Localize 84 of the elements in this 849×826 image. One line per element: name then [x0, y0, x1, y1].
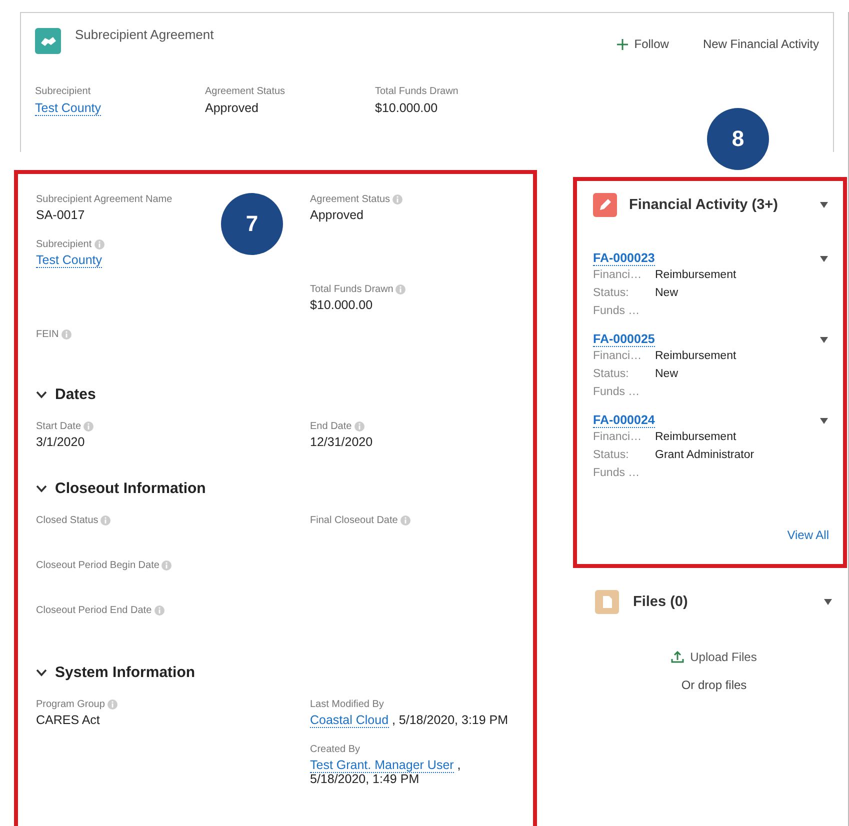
field-label: Created By: [310, 744, 360, 755]
info-icon[interactable]: [83, 421, 94, 432]
record-link[interactable]: FA-000025: [593, 332, 655, 347]
section-header[interactable]: Dates: [36, 386, 519, 403]
file-icon: [595, 590, 619, 614]
field-label: Status:: [593, 286, 630, 301]
record-link[interactable]: Coastal Cloud: [310, 713, 389, 728]
card-title: Financial Activity (3+): [629, 197, 778, 213]
record-link[interactable]: Test Grant. Manager User: [310, 758, 454, 773]
caret-down-icon[interactable]: [819, 254, 829, 262]
field-label: Financi…: [593, 349, 643, 364]
pencil-icon: [593, 193, 617, 217]
field-label: Last Modified By: [310, 699, 384, 710]
info-icon[interactable]: [395, 284, 406, 295]
drop-hint: Or drop files: [681, 678, 747, 692]
field-label: Subrecipient Agreement Name: [36, 194, 172, 205]
field-label: Status:: [593, 448, 630, 463]
card-title: Files (0): [633, 594, 688, 610]
view-all-link[interactable]: View All: [787, 528, 829, 542]
info-icon[interactable]: [161, 560, 172, 571]
field-value: CARES Act: [36, 713, 100, 727]
field-value: Grant Administrator: [655, 448, 756, 463]
info-icon[interactable]: [354, 421, 365, 432]
field-value: $10.000.00: [375, 101, 438, 115]
caret-down-icon[interactable]: [819, 201, 829, 209]
field-value: Approved: [310, 208, 364, 222]
action-button[interactable]: New Financial Activity: [702, 37, 819, 51]
field-value: New: [655, 367, 680, 382]
field-label: Financi…: [593, 430, 643, 445]
field-label: Total Funds Drawn: [375, 86, 460, 97]
field-label: Closeout Period End Date: [36, 605, 152, 616]
record-link[interactable]: FA-000024: [593, 413, 655, 428]
upload-files-button[interactable]: Upload Files: [671, 650, 757, 664]
field-value: , 5/18/2020, 3:19 PM: [390, 713, 508, 727]
field-label: FEIN: [36, 329, 59, 340]
field-label: Subrecipient: [36, 239, 92, 250]
field-label: Total Funds Drawn: [310, 284, 394, 295]
field-label: Closeout Period Begin Date: [36, 560, 160, 571]
follow-button[interactable]: Follow: [617, 37, 669, 51]
plus-icon: [617, 38, 628, 50]
field-label: End Date: [310, 421, 352, 432]
field-value: ,: [456, 758, 461, 772]
info-icon[interactable]: [392, 194, 404, 205]
field-label: Financi…: [593, 268, 643, 283]
callout-badge: 8: [707, 108, 769, 170]
field-label: Subrecipient: [35, 86, 92, 97]
record-link[interactable]: FA-000023: [593, 251, 655, 266]
field-label: Funds …: [593, 385, 641, 400]
info-icon[interactable]: [106, 699, 118, 710]
info-icon[interactable]: [154, 605, 165, 616]
field-label: Start Date: [36, 421, 82, 432]
record-link[interactable]: Test County: [35, 101, 102, 116]
field-value: Approved: [205, 101, 259, 115]
field-value: $10.000.00: [310, 298, 373, 312]
record-link[interactable]: Test County: [36, 253, 102, 268]
field-label: Funds …: [593, 466, 641, 481]
field-value: 12/31/2020: [310, 435, 373, 449]
field-label: Program Group: [36, 699, 105, 710]
field-value: Reimbursement: [655, 430, 738, 445]
field-value: SA-0017: [36, 208, 85, 222]
field-label: Agreement Status: [205, 86, 286, 97]
field-value: Reimbursement: [655, 349, 738, 364]
field-value: New: [655, 286, 680, 301]
field-label: Funds …: [593, 304, 641, 319]
section-header[interactable]: Closeout Information: [36, 480, 519, 497]
handshake-icon: [35, 28, 61, 54]
info-icon[interactable]: [400, 515, 411, 526]
field-value: 5/18/2020, 1:49 PM: [310, 772, 420, 786]
caret-down-icon[interactable]: [823, 598, 833, 606]
upload-icon: [671, 651, 684, 663]
field-label: Final Closeout Date: [310, 515, 398, 526]
section-header[interactable]: System Information: [36, 664, 519, 681]
caret-down-icon[interactable]: [819, 416, 829, 424]
caret-down-icon[interactable]: [819, 336, 829, 344]
callout-badge: 7: [221, 193, 283, 255]
field-value: Reimbursement: [655, 268, 738, 283]
field-label: Agreement Status: [310, 194, 390, 205]
info-icon[interactable]: [100, 515, 112, 526]
field-value: 3/1/2020: [36, 435, 85, 449]
field-label: Closed Status: [36, 515, 98, 526]
info-icon[interactable]: [60, 329, 72, 340]
record-type-title: Subrecipient Agreement: [75, 27, 214, 42]
info-icon[interactable]: [94, 239, 105, 250]
field-label: Status:: [593, 367, 630, 382]
